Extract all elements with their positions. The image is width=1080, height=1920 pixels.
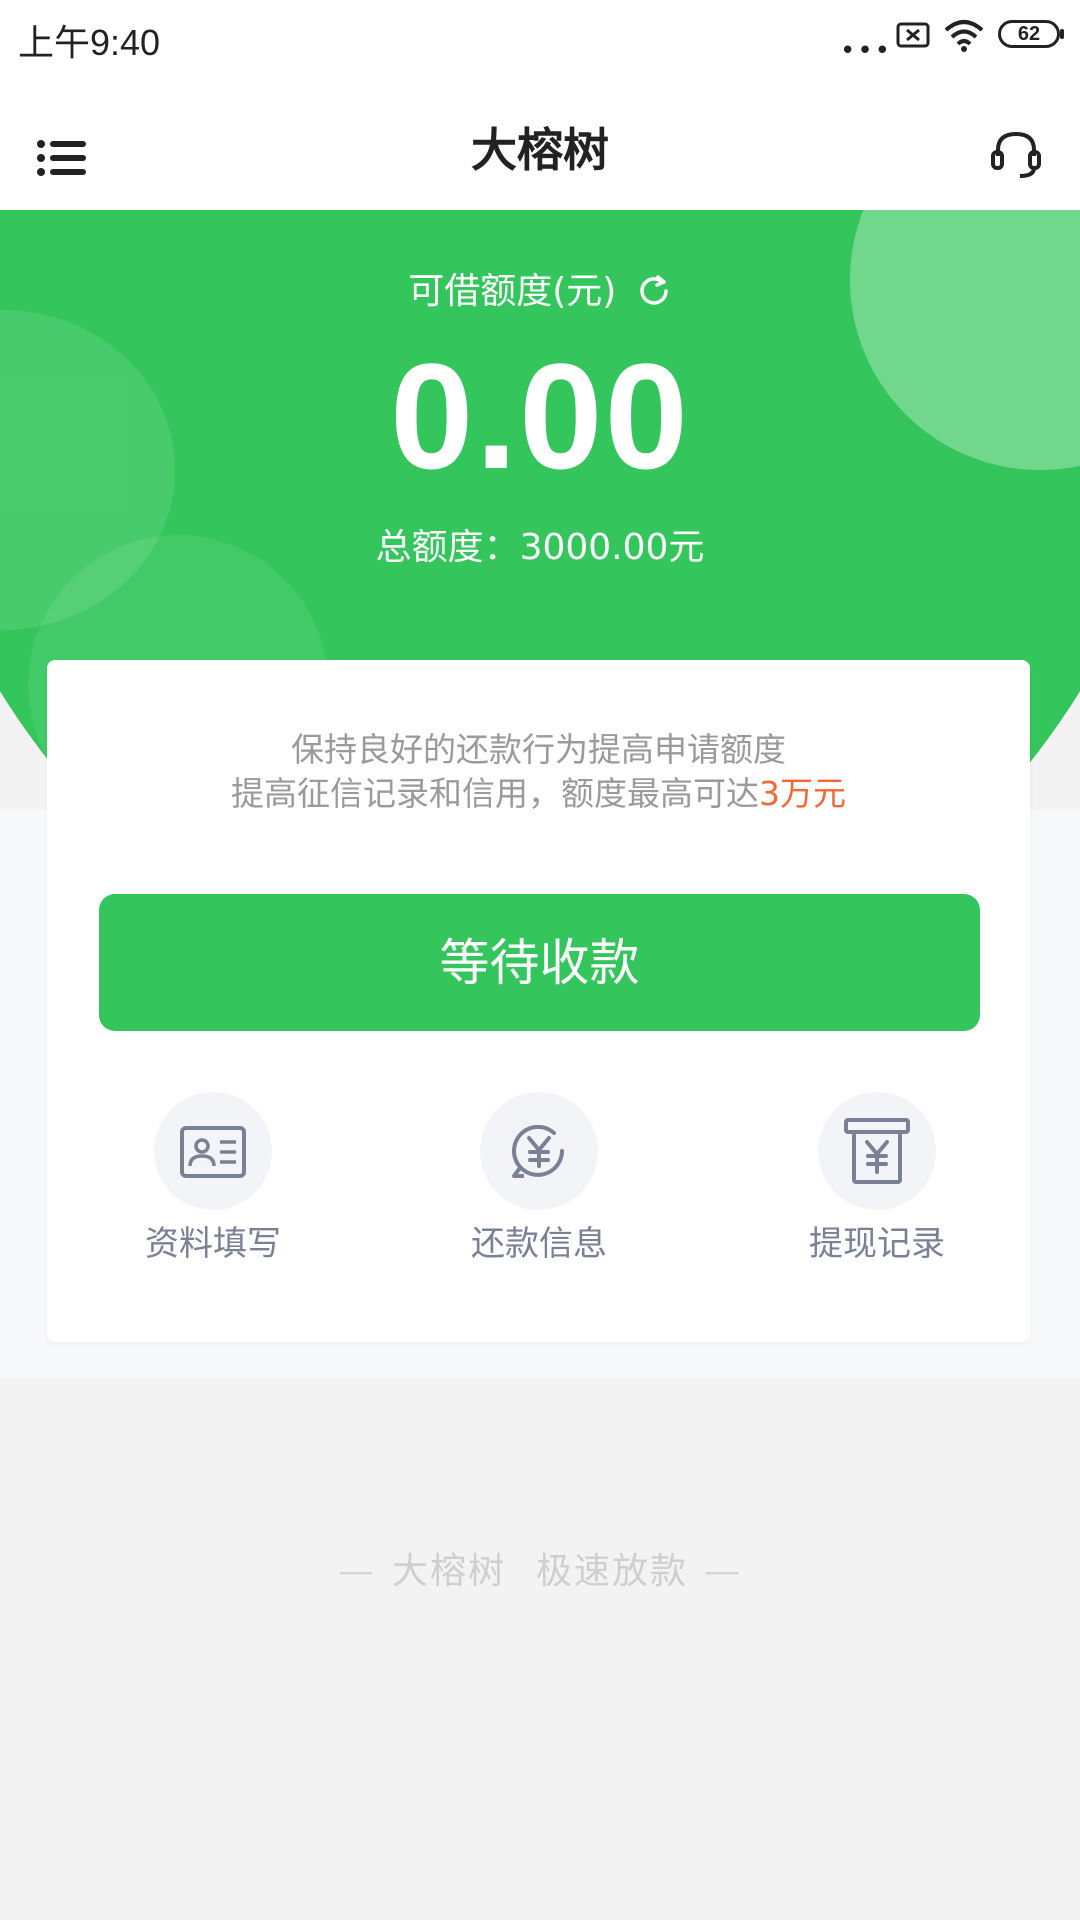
divider-dash: — bbox=[704, 1551, 743, 1592]
yuan-refresh-icon bbox=[512, 1124, 564, 1178]
page-title: 大榕树 bbox=[471, 123, 609, 177]
credit-tip-line1: 保持良好的还款行为提高申请额度 bbox=[291, 730, 786, 769]
divider-dash: — bbox=[337, 1551, 376, 1592]
footer-slogan: — 大榕树 极速放款 — bbox=[0, 1542, 1080, 1594]
max-limit-highlight: 3万元 bbox=[759, 774, 846, 813]
credit-tip-line2-text: 提高征信记录和信用，额度最高可达 bbox=[231, 774, 759, 813]
total-limit: 总额度：3000.00元 bbox=[375, 527, 705, 568]
no-sim-icon bbox=[896, 22, 930, 48]
footer-tagline: 极速放款 bbox=[536, 1551, 689, 1592]
quick-link-label: 提现记录 bbox=[809, 1224, 945, 1264]
quick-link-icon-circle bbox=[480, 1092, 598, 1210]
available-amount: 0.00 bbox=[390, 332, 690, 500]
credit-tip: 保持良好的还款行为提高申请额度 提高征信记录和信用，额度最高可达3万元 bbox=[47, 728, 1030, 816]
quick-link-repayment[interactable]: 还款信息 bbox=[439, 1092, 639, 1272]
headset-icon[interactable] bbox=[990, 128, 1042, 180]
more-dots-icon: ••• bbox=[840, 36, 893, 66]
app-header: 大榕树 bbox=[0, 74, 1080, 210]
status-bar: 上午9:40 ••• 62 bbox=[0, 0, 1080, 74]
quick-link-profile[interactable]: 资料填写 bbox=[113, 1092, 313, 1272]
status-time: 上午9:40 bbox=[18, 22, 161, 63]
await-payment-button[interactable]: 等待收款 bbox=[99, 894, 980, 1031]
available-limit-label-text: 可借额度(元) bbox=[408, 271, 617, 312]
wifi-icon bbox=[944, 20, 984, 52]
footer-brand: 大榕树 bbox=[391, 1551, 506, 1592]
quick-link-label: 资料填写 bbox=[145, 1224, 281, 1264]
loan-card: 保持良好的还款行为提高申请额度 提高征信记录和信用，额度最高可达3万元 等待收款… bbox=[47, 660, 1030, 1342]
quick-link-label: 还款信息 bbox=[471, 1224, 607, 1264]
refresh-icon[interactable] bbox=[636, 273, 672, 309]
battery-indicator: 62 bbox=[998, 20, 1064, 48]
credit-tip-line2: 提高征信记录和信用，额度最高可达3万元 bbox=[47, 772, 1030, 816]
available-limit-label: 可借额度(元) bbox=[0, 262, 1080, 314]
quick-link-icon-circle bbox=[818, 1092, 936, 1210]
yuan-receipt-icon bbox=[844, 1118, 910, 1184]
quick-link-icon-circle bbox=[154, 1092, 272, 1210]
id-card-icon bbox=[180, 1126, 246, 1178]
quick-link-withdraw-records[interactable]: 提现记录 bbox=[777, 1092, 977, 1272]
